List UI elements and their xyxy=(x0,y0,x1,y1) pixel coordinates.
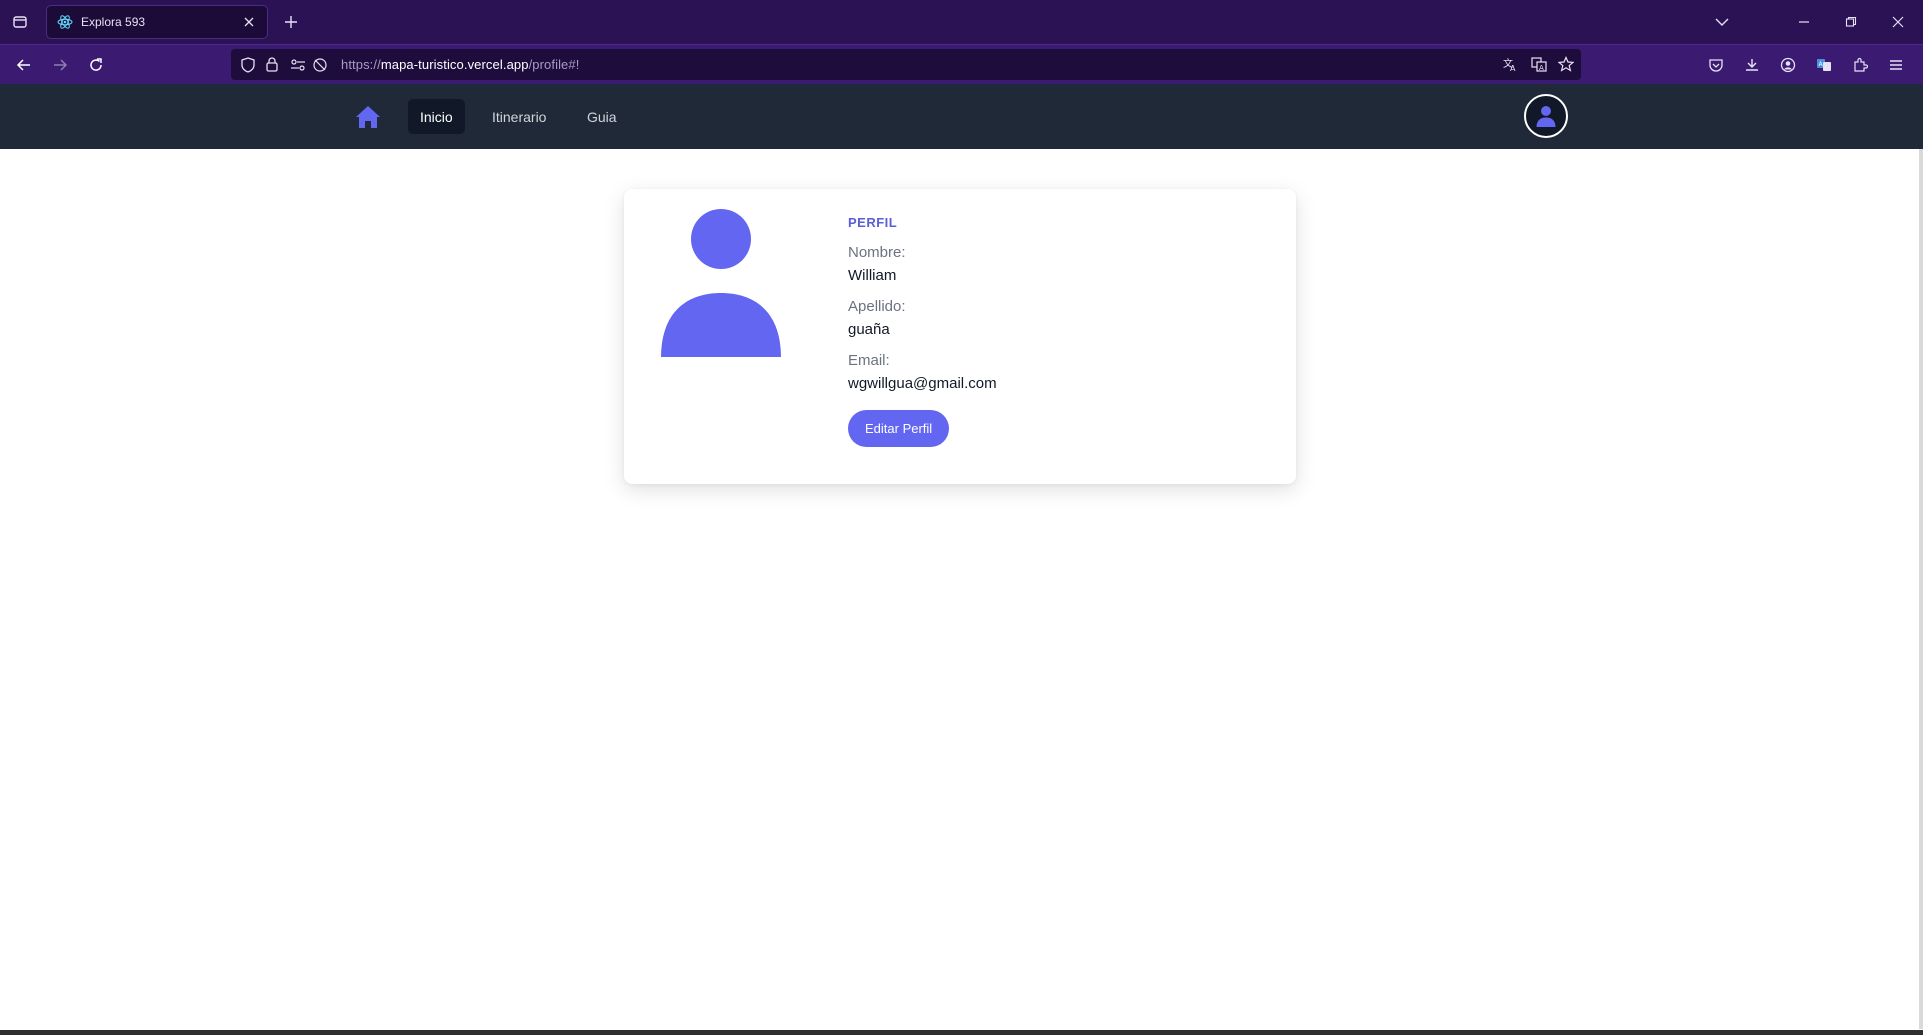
close-window-icon[interactable] xyxy=(1886,10,1910,34)
nav-guia[interactable]: Guia xyxy=(575,99,629,134)
surname-label: Apellido: xyxy=(848,298,906,315)
site-header: Inicio Itinerario Guia xyxy=(0,84,1923,149)
react-icon xyxy=(57,15,73,29)
page-translate-icon[interactable]: A xyxy=(1528,53,1550,75)
list-all-tabs-icon[interactable] xyxy=(1710,10,1734,34)
shield-icon[interactable] xyxy=(237,54,259,76)
menu-icon[interactable] xyxy=(1884,53,1908,77)
profile-info: PERFIL Nombre: William Apellido: guaña E… xyxy=(848,215,997,447)
url-host: mapa-turistico.vercel.app xyxy=(380,57,529,72)
url-text[interactable]: https://mapa-turistico.vercel.app/profil… xyxy=(341,57,579,72)
tab-title: Explora 593 xyxy=(81,15,146,29)
edit-profile-button[interactable]: Editar Perfil xyxy=(848,410,950,447)
window-right-edge xyxy=(1919,149,1923,1029)
profile-title: PERFIL xyxy=(848,215,898,230)
reload-icon[interactable] xyxy=(84,53,108,77)
permissions-icon[interactable] xyxy=(287,54,309,76)
minimize-icon[interactable] xyxy=(1792,10,1816,34)
tracking-protection-icon[interactable] xyxy=(309,54,331,76)
profile-card: PERFIL Nombre: William Apellido: guaña E… xyxy=(624,189,1296,484)
pocket-icon[interactable] xyxy=(1704,53,1728,77)
profile-avatar-icon xyxy=(661,209,781,357)
taskbar-edge xyxy=(0,1030,1923,1035)
user-avatar-button[interactable] xyxy=(1524,94,1568,138)
restore-icon[interactable] xyxy=(1839,10,1863,34)
page-content: PERFIL Nombre: William Apellido: guaña E… xyxy=(0,149,1919,1029)
email-label: Email: xyxy=(848,352,890,369)
new-tab-icon[interactable] xyxy=(279,10,303,34)
translate-extension-icon[interactable]: A xyxy=(1812,53,1836,77)
name-value: William xyxy=(848,267,897,284)
back-icon[interactable] xyxy=(12,53,36,77)
nav-inicio[interactable]: Inicio xyxy=(408,99,465,134)
home-icon[interactable] xyxy=(353,102,383,132)
svg-text:A: A xyxy=(1539,64,1544,72)
bookmark-star-icon[interactable] xyxy=(1555,53,1577,75)
email-value: wgwillgua@gmail.com xyxy=(848,375,997,392)
downloads-icon[interactable] xyxy=(1740,53,1764,77)
extensions-icon[interactable] xyxy=(1848,53,1872,77)
browser-tab[interactable]: Explora 593 xyxy=(46,5,268,39)
lock-icon[interactable] xyxy=(261,54,283,76)
surname-value: guaña xyxy=(848,321,890,338)
browser-tab-bar: Explora 593 xyxy=(0,0,1923,44)
browser-toolbar: https://mapa-turistico.vercel.app/profil… xyxy=(0,44,1923,84)
forward-icon[interactable] xyxy=(48,53,72,77)
url-scheme: https:// xyxy=(341,57,381,72)
url-path: /profile#! xyxy=(528,57,580,72)
name-label: Nombre: xyxy=(848,244,906,261)
nav-itinerario[interactable]: Itinerario xyxy=(480,99,558,134)
account-icon[interactable] xyxy=(1776,53,1800,77)
address-bar[interactable]: https://mapa-turistico.vercel.app/profil… xyxy=(231,49,1581,80)
user-icon xyxy=(1536,106,1556,127)
tab-list-icon[interactable] xyxy=(8,10,32,34)
svg-text:A: A xyxy=(1510,64,1516,72)
translate-icon[interactable]: 文A xyxy=(1499,53,1521,75)
close-tab-icon[interactable] xyxy=(241,14,257,30)
